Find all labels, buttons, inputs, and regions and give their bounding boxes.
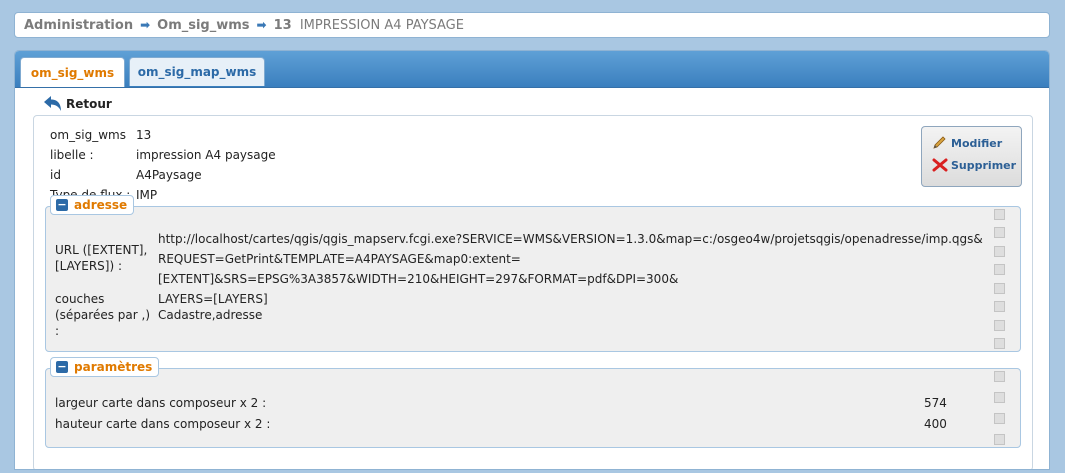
field-label: libelle :	[50, 148, 94, 162]
supprimer-label: Supprimer	[951, 158, 1017, 172]
scroll-square-icon	[994, 371, 1005, 382]
breadcrumb-item-om-sig-wms[interactable]: Om_sig_wms	[157, 18, 249, 33]
scroll-square-icon	[994, 392, 1005, 403]
tab-bar: om_sig_wms om_sig_map_wms	[15, 51, 1049, 88]
couches-label-line3: :	[55, 324, 60, 338]
scrollbar[interactable]	[994, 369, 1006, 447]
scroll-square-icon	[994, 209, 1005, 220]
breadcrumb: Administration ➡ Om_sig_wms ➡ 13 IMPRESS…	[14, 12, 1050, 38]
main-panel: om_sig_wms om_sig_map_wms Retour om_sig_…	[14, 50, 1050, 470]
scroll-square-icon	[994, 301, 1005, 313]
pencil-icon	[933, 136, 946, 149]
breadcrumb-item-current: 13 IMPRESSION A4 PAYSAGE	[274, 18, 464, 33]
couches-label-line1: couches	[55, 292, 105, 306]
adresse-legend[interactable]: − adresse	[50, 195, 135, 215]
field-id: id A4Paysage	[50, 168, 202, 182]
back-arrow-icon	[44, 96, 61, 111]
scroll-square-icon	[994, 227, 1005, 239]
tab-om-sig-wms[interactable]: om_sig_wms	[20, 57, 125, 87]
field-value: IMP	[136, 188, 158, 202]
record-detail: om_sig_wms 13 libelle : impression A4 pays…	[33, 115, 1033, 469]
scroll-square-icon	[994, 413, 1005, 424]
url-value: http://localhost/cartes/qgis/qgis_mapser…	[158, 229, 1020, 309]
breadcrumb-record-title: IMPRESSION A4 PAYSAGE	[299, 17, 464, 33]
parametres-legend-label: paramètres	[74, 360, 153, 374]
breadcrumb-record-number: 13	[273, 17, 292, 33]
adresse-fieldset: − adresse URL ([EXTENT], [LAYERS]) : htt…	[45, 195, 1021, 352]
scrollbar[interactable]	[994, 207, 1006, 351]
url-label-line1: URL ([EXTENT],	[55, 243, 148, 257]
arrow-right-icon: ➡	[256, 18, 267, 32]
adresse-legend-label: adresse	[74, 198, 128, 212]
scroll-square-icon	[994, 434, 1005, 445]
arrow-right-icon: ➡	[140, 18, 151, 32]
field-value: A4Paysage	[136, 168, 202, 182]
parametres-fieldset: − paramètres largeur carte dans composeu…	[45, 357, 1021, 448]
back-button[interactable]: Retour	[41, 95, 112, 113]
couches-label-line2: (séparées par ,)	[55, 308, 151, 322]
collapse-icon[interactable]: −	[56, 361, 68, 373]
breadcrumb-item-administration[interactable]: Administration	[24, 18, 133, 33]
delete-x-icon	[932, 158, 948, 172]
tab-om-sig-map-wms[interactable]: om_sig_map_wms	[129, 57, 265, 86]
modifier-button[interactable]: Modifier	[932, 136, 1021, 150]
field-label: om_sig_wms	[50, 128, 126, 142]
scroll-square-icon	[994, 282, 1005, 294]
url-value-line1: http://localhost/cartes/qgis/qgis_mapser…	[158, 232, 983, 246]
field-om-sig-wms: om_sig_wms 13	[50, 128, 151, 142]
supprimer-button[interactable]: Supprimer	[932, 158, 1021, 172]
parametres-legend[interactable]: − paramètres	[50, 357, 160, 377]
scroll-square-icon	[994, 245, 1005, 257]
couches-value: Cadastre,adresse	[158, 308, 263, 322]
url-value-line3: LAYERS=[LAYERS]	[158, 292, 268, 306]
param-row-hauteur-value: 400	[924, 417, 947, 431]
field-label: id	[50, 168, 61, 182]
scroll-square-icon	[994, 319, 1005, 331]
param-row-largeur-value: 574	[924, 396, 947, 410]
url-value-line2: REQUEST=GetPrint&TEMPLATE=A4PAYSAGE&map0…	[158, 252, 679, 286]
back-button-label: Retour	[66, 97, 112, 111]
url-label-line2: [LAYERS]) :	[55, 259, 123, 273]
url-label: URL ([EXTENT], [LAYERS]) :	[55, 242, 147, 274]
field-libelle: libelle : impression A4 paysage	[50, 148, 276, 162]
couches-label: couches (séparées par ,) :	[55, 291, 150, 339]
field-value: 13	[136, 128, 152, 142]
collapse-icon[interactable]: −	[56, 199, 68, 211]
param-row-hauteur-label: hauteur carte dans composeur x 2 :	[55, 417, 271, 431]
scroll-square-icon	[994, 337, 1005, 349]
param-row-largeur-label: largeur carte dans composeur x 2 :	[55, 396, 267, 410]
field-value: impression A4 paysage	[136, 148, 276, 162]
modifier-label: Modifier	[951, 136, 1003, 150]
scroll-square-icon	[994, 264, 1005, 276]
action-box: Modifier Supprimer	[921, 126, 1022, 187]
